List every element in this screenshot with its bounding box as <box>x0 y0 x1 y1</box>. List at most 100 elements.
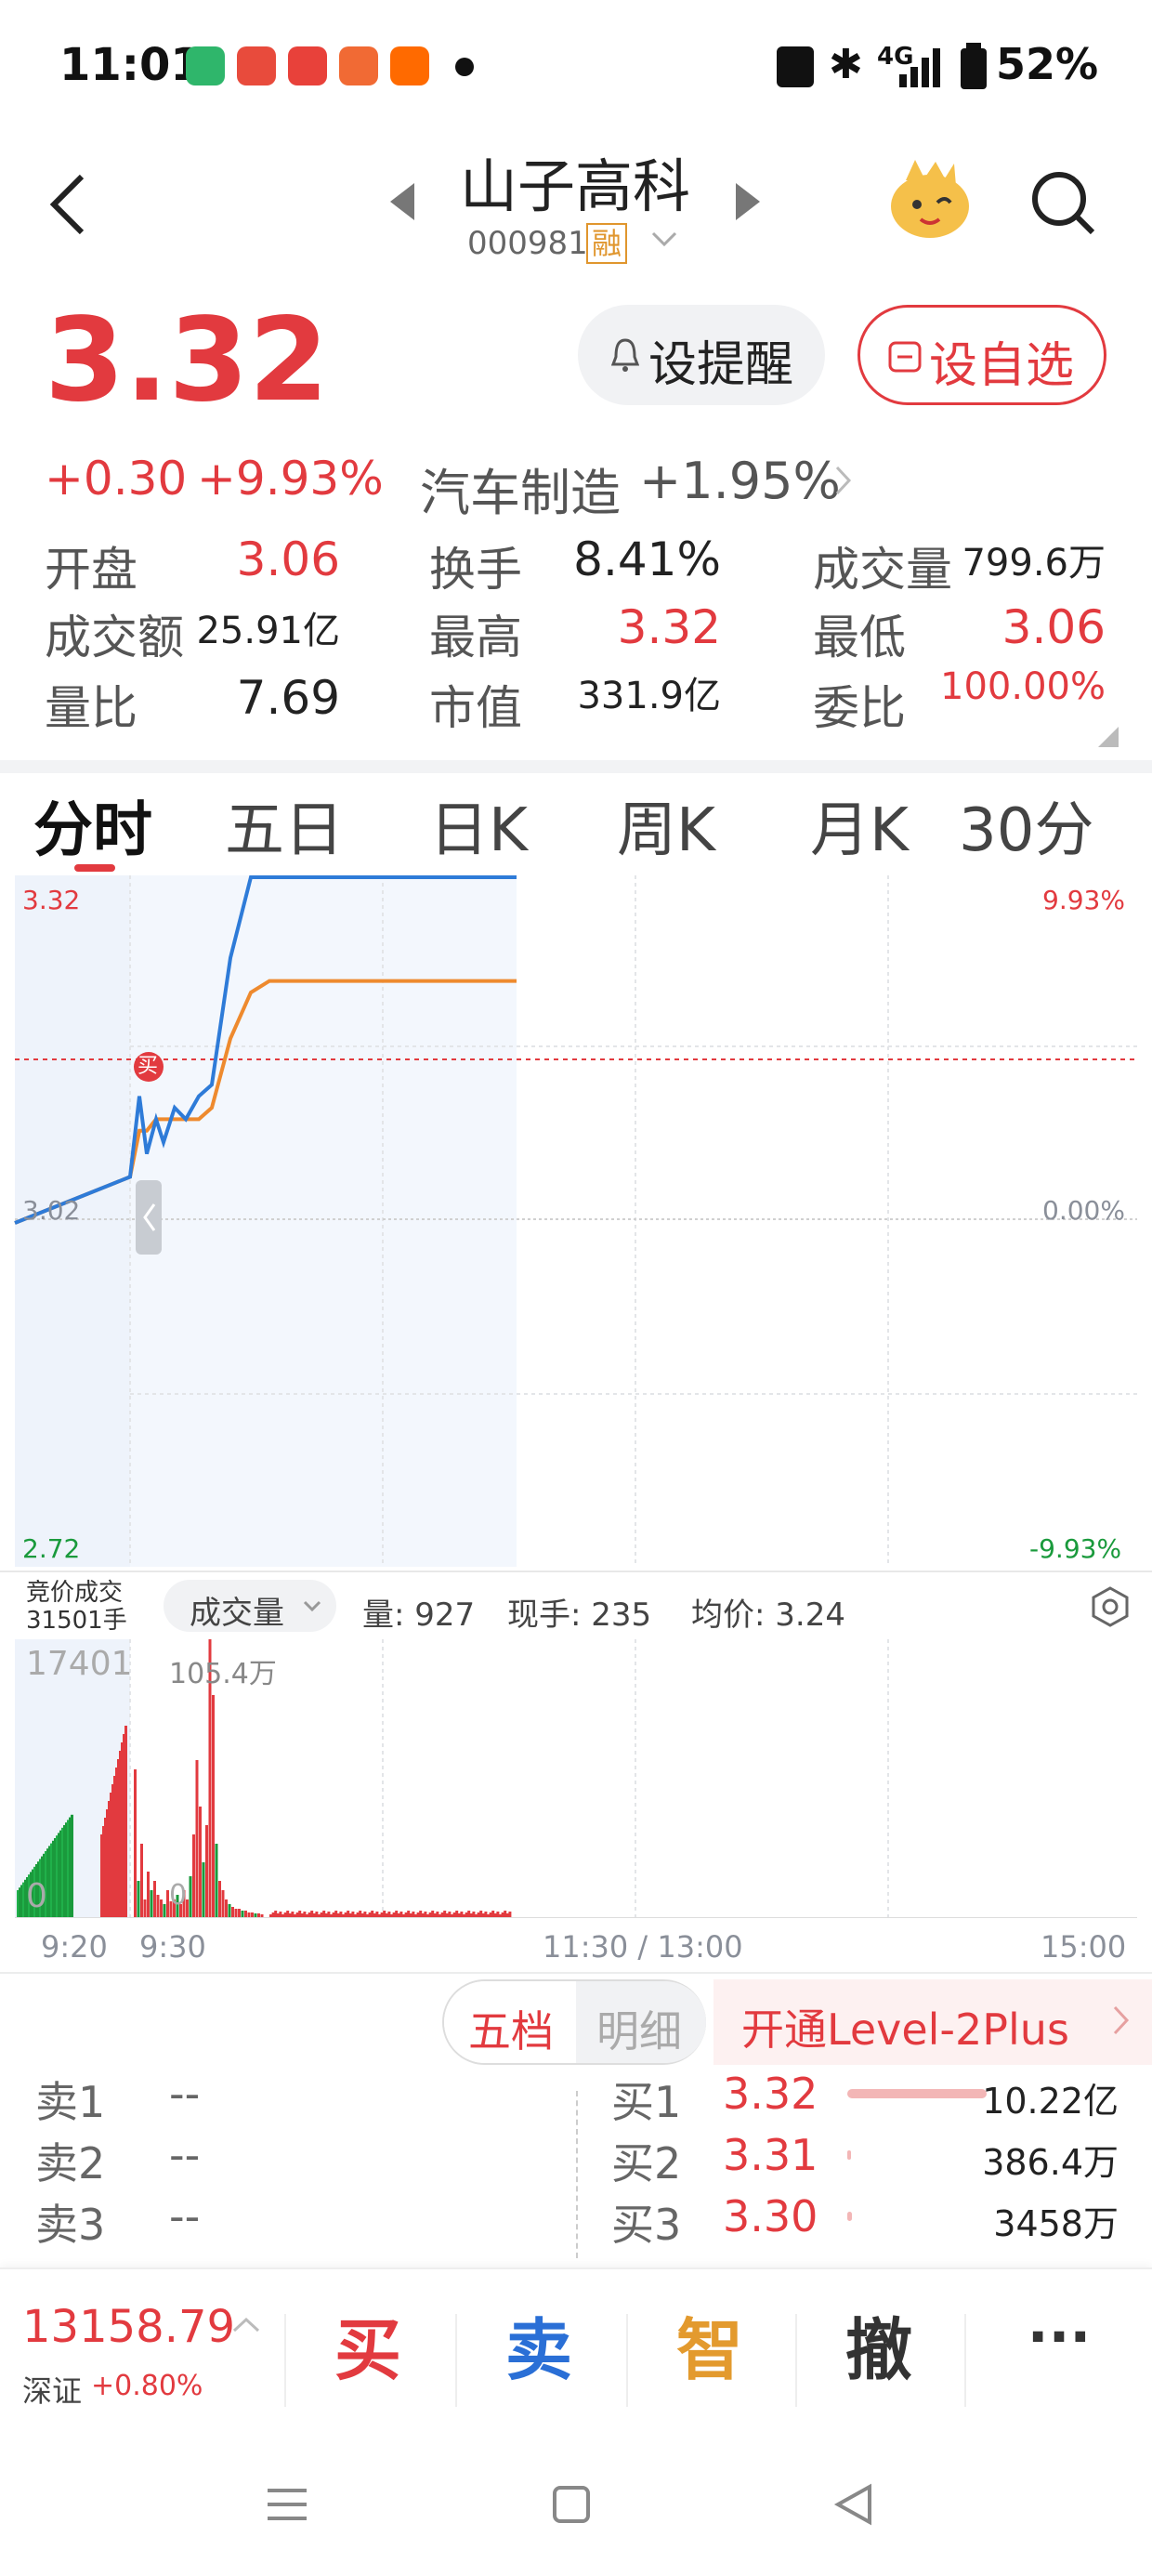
stat-label: 量比 <box>45 681 137 735</box>
volume-peak: 105.4万 <box>169 1658 277 1690</box>
buy-level-label: 买1 <box>611 2077 682 2127</box>
price-change: +0.30 <box>45 452 188 506</box>
tab-detail[interactable]: 明细 <box>576 1981 706 2063</box>
volume-bar <box>504 1911 507 1918</box>
sell-level-price: -- <box>169 2130 201 2180</box>
cancel-order-button[interactable]: 撤 <box>795 2295 962 2393</box>
volume-bar <box>383 1911 386 1918</box>
tab-five-level[interactable]: 五档 <box>444 1981 576 2063</box>
volume-bar <box>479 1911 483 1918</box>
index-value[interactable]: 13158.79 <box>22 2301 235 2353</box>
home-icon[interactable] <box>552 2485 591 2524</box>
tab-30min[interactable]: 30分 <box>959 782 1093 868</box>
industry-name[interactable]: 汽车制造 <box>420 452 621 525</box>
nfc-icon <box>777 46 814 87</box>
volume-bar <box>221 1890 225 1918</box>
smart-button[interactable]: 智 <box>626 2295 793 2393</box>
prev-stock-icon[interactable] <box>388 181 416 222</box>
back-icon[interactable] <box>46 172 93 237</box>
volume-bar <box>491 1911 495 1918</box>
intraday-chart[interactable] <box>0 874 1152 1571</box>
tab-monthly-k[interactable]: 月K <box>810 782 909 868</box>
tab-detail-label: 明细 <box>596 2006 682 2057</box>
volume-bar <box>147 1872 150 1918</box>
volume-bar <box>496 1912 500 1918</box>
expand-corner-icon[interactable] <box>1098 727 1119 747</box>
buy-level-label: 买3 <box>611 2200 682 2250</box>
stat-label: 委比 <box>813 681 906 735</box>
menu-icon[interactable] <box>266 2483 308 2526</box>
search-icon[interactable] <box>1028 167 1098 238</box>
more-button[interactable]: ··· <box>975 2305 1143 2370</box>
industry-change[interactable]: +1.95% <box>639 452 841 510</box>
volume-bar <box>436 1912 439 1918</box>
sell-level-price: -- <box>169 2191 201 2241</box>
divider <box>964 2314 966 2407</box>
volume-bar <box>199 1807 202 1918</box>
volume-zero: 0 <box>26 1877 47 1915</box>
volume-bar <box>279 1912 282 1918</box>
volume-indicator-dropdown[interactable]: 成交量 <box>164 1580 336 1632</box>
next-stock-icon[interactable] <box>734 181 762 222</box>
volume-bar <box>310 1911 314 1918</box>
volume-bar <box>508 1912 512 1918</box>
level2-upgrade-button[interactable]: 开通Level-2Plus <box>713 1979 1152 2065</box>
collapse-handle[interactable] <box>136 1180 162 1255</box>
volume-bar <box>234 1909 238 1918</box>
time-axis-label: 15:00 <box>1041 1929 1127 1965</box>
volume-bar <box>160 1899 163 1918</box>
axis-pct-high: 9.93% <box>1042 885 1125 915</box>
orderbook-separator <box>576 2091 578 2258</box>
add-watchlist-button[interactable]: 设自选 <box>857 305 1106 405</box>
volume-bar <box>303 1912 307 1918</box>
tab-weekly-k[interactable]: 周K <box>617 782 715 868</box>
tab-intraday[interactable]: 分时 <box>33 782 152 868</box>
add-watchlist-label: 设自选 <box>929 338 1075 394</box>
volume-bar <box>205 1825 208 1918</box>
axis-price-high: 3.32 <box>22 885 81 915</box>
tab-daily-k[interactable]: 日K <box>429 782 528 868</box>
buy-volume-bar <box>847 2150 851 2160</box>
volume-bar <box>202 1862 205 1918</box>
price-change-pct: +9.93% <box>197 452 384 506</box>
status-bar: 11:01 ✱ 4G 52% <box>0 0 1152 139</box>
watchlist-icon <box>888 341 922 373</box>
buy-button[interactable]: 买 <box>284 2295 452 2393</box>
chevron-right-icon[interactable] <box>834 465 853 496</box>
volume-bar <box>244 1911 247 1918</box>
volume-bar <box>412 1912 415 1918</box>
volume-bar <box>231 1907 234 1918</box>
volume-bar <box>274 1911 278 1918</box>
stat-value: 799.6万 <box>962 542 1106 585</box>
back-nav-icon[interactable] <box>832 2483 875 2526</box>
axis-price-mid: 3.02 <box>22 1195 81 1226</box>
chevron-down-icon[interactable] <box>650 230 678 249</box>
volume-bar <box>359 1911 362 1918</box>
volume-bar <box>347 1911 350 1918</box>
tab-five-day[interactable]: 五日 <box>225 782 344 868</box>
settings-icon[interactable] <box>1089 1585 1132 1628</box>
volume-bar <box>241 1911 244 1918</box>
stat-label: 开盘 <box>45 543 137 597</box>
buy-level-label: 买2 <box>611 2138 682 2188</box>
sell-button[interactable]: 卖 <box>455 2295 622 2393</box>
auction-label: 竞价成交 <box>26 1579 124 1607</box>
sell-level-label: 卖2 <box>35 2138 106 2188</box>
set-alert-button[interactable]: 设提醒 <box>578 305 825 405</box>
stat-value: 8.41% <box>573 532 721 586</box>
mascot-icon[interactable] <box>887 158 973 242</box>
time-axis-label: 9:30 <box>139 1929 206 1965</box>
volume-zero-2: 0 <box>169 1879 188 1912</box>
volume-bar <box>334 1911 338 1918</box>
volume-bar <box>143 1899 147 1918</box>
time-axis-label: 9:20 <box>41 1929 108 1965</box>
battery-icon <box>961 43 987 89</box>
bluetooth-icon: ✱ <box>829 41 863 88</box>
index-change: +0.80% <box>91 2370 203 2402</box>
toutiao-icon <box>288 46 327 85</box>
buy-level-volume: 3458万 <box>993 2203 1119 2244</box>
axis-price-low: 2.72 <box>22 1533 81 1564</box>
volume-bar <box>375 1912 379 1918</box>
stock-name: 山子高科 <box>460 152 691 220</box>
chevron-up-icon[interactable] <box>232 2316 260 2334</box>
